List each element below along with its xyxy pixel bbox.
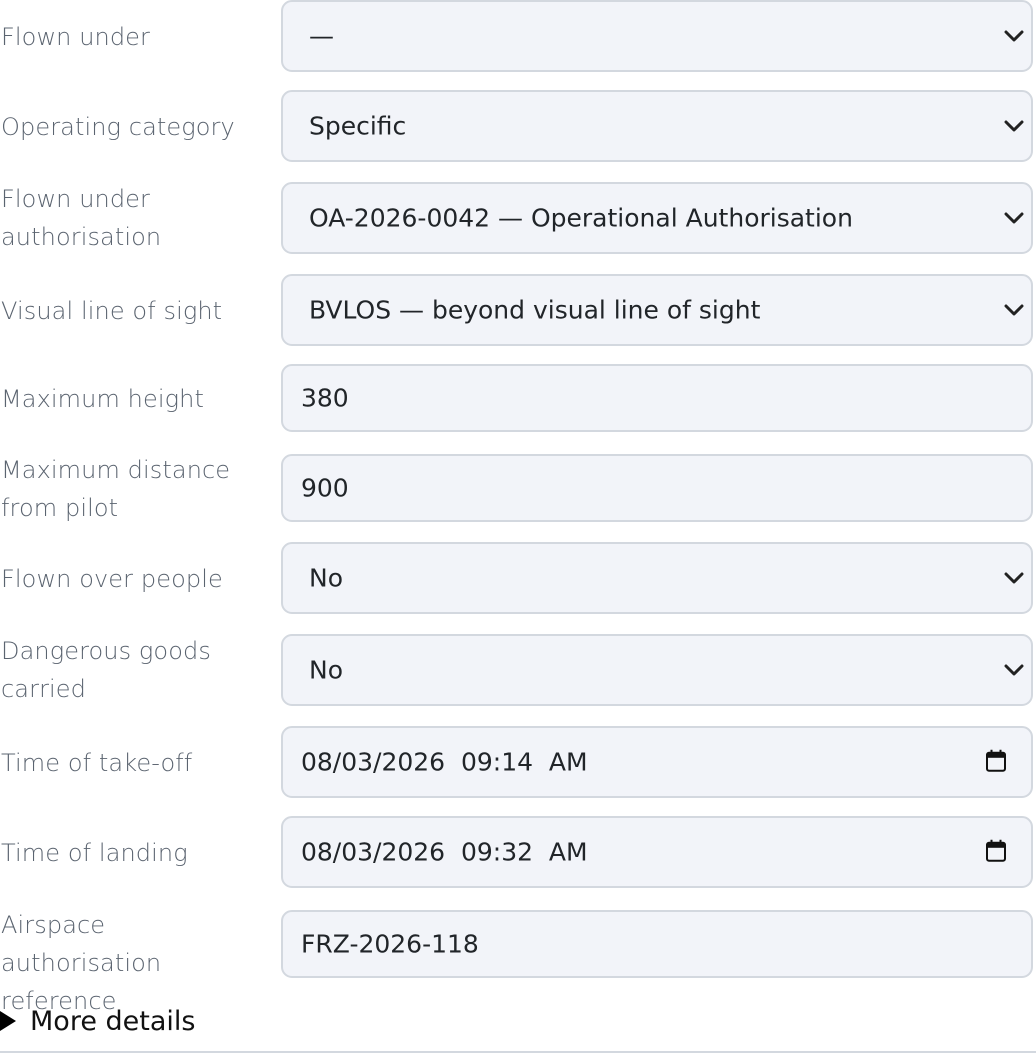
field-airspace-authorisation-reference: Airspace authorisation reference FRZ-202…	[0, 910, 1036, 1015]
field-visual-line-of-sight: Visual line of sight BVLOS — beyond visu…	[0, 274, 1036, 346]
select-value: OA-2026-0042 — Operational Authorisation	[309, 203, 853, 233]
field-label: Operating category	[1, 113, 235, 141]
calendar-icon[interactable]	[985, 839, 1007, 863]
field-label: Visual line of sight	[1, 297, 223, 325]
field-label: Flown under	[1, 23, 151, 51]
field-dangerous-goods: Dangerous goods carried No	[0, 634, 1036, 706]
field-time-of-takeoff: Time of take-off 08/03/2026 09:14 AM	[0, 726, 1036, 798]
takeoff-datetime-input[interactable]: 08/03/2026 09:14 AM	[281, 726, 1033, 798]
input-value: 380	[301, 383, 349, 413]
flown-under-authorisation-select[interactable]: OA-2026-0042 — Operational Authorisation	[281, 182, 1033, 254]
select-value: Specific	[309, 111, 407, 141]
field-operating-category: Operating category Specific	[0, 90, 1036, 162]
field-label: Dangerous goods carried	[1, 637, 211, 703]
select-value: —	[309, 21, 334, 51]
visual-line-of-sight-select[interactable]: BVLOS — beyond visual line of sight	[281, 274, 1033, 346]
field-flown-under: Flown under —	[0, 0, 1036, 72]
field-label: Maximum distance from pilot	[1, 456, 231, 522]
input-value: FRZ-2026-118	[301, 929, 479, 959]
chevron-down-icon	[1004, 212, 1024, 224]
maximum-height-input[interactable]: 380	[281, 364, 1033, 432]
select-value: No	[309, 655, 343, 685]
airspace-reference-input[interactable]: FRZ-2026-118	[281, 910, 1033, 978]
chevron-down-icon	[1004, 304, 1024, 316]
select-value: BVLOS — beyond visual line of sight	[309, 295, 761, 325]
field-flown-under-authorisation: Flown under authorisation OA-2026-0042 —…	[0, 182, 1036, 254]
field-flown-over-people: Flown over people No	[0, 542, 1036, 614]
maximum-distance-input[interactable]: 900	[281, 454, 1033, 522]
more-details-label: More details	[30, 1005, 196, 1037]
datetime-value: 08/03/2026 09:14 AM	[301, 747, 588, 777]
field-label: Time of take-off	[1, 749, 193, 777]
dangerous-goods-select[interactable]: No	[281, 634, 1033, 706]
operating-category-select[interactable]: Specific	[281, 90, 1033, 162]
field-maximum-distance: Maximum distance from pilot 900	[0, 454, 1036, 522]
divider	[0, 1051, 1036, 1053]
chevron-down-icon	[1004, 30, 1024, 42]
chevron-down-icon	[1004, 664, 1024, 676]
calendar-icon[interactable]	[985, 749, 1007, 773]
input-value: 900	[301, 473, 349, 503]
field-label: Flown under authorisation	[1, 185, 162, 251]
select-value: No	[309, 563, 343, 593]
chevron-down-icon	[1004, 572, 1024, 584]
flown-over-people-select[interactable]: No	[281, 542, 1033, 614]
landing-datetime-input[interactable]: 08/03/2026 09:32 AM	[281, 816, 1033, 888]
more-details-toggle[interactable]: More details	[0, 1000, 260, 1042]
disclosure-triangle-icon	[0, 1011, 16, 1031]
field-label: Maximum height	[1, 385, 204, 413]
datetime-value: 08/03/2026 09:32 AM	[301, 837, 588, 867]
flown-under-select[interactable]: —	[281, 0, 1033, 72]
field-time-of-landing: Time of landing 08/03/2026 09:32 AM	[0, 816, 1036, 888]
field-maximum-height: Maximum height 380	[0, 364, 1036, 432]
chevron-down-icon	[1004, 120, 1024, 132]
field-label: Flown over people	[1, 565, 223, 593]
field-label: Time of landing	[1, 839, 188, 867]
